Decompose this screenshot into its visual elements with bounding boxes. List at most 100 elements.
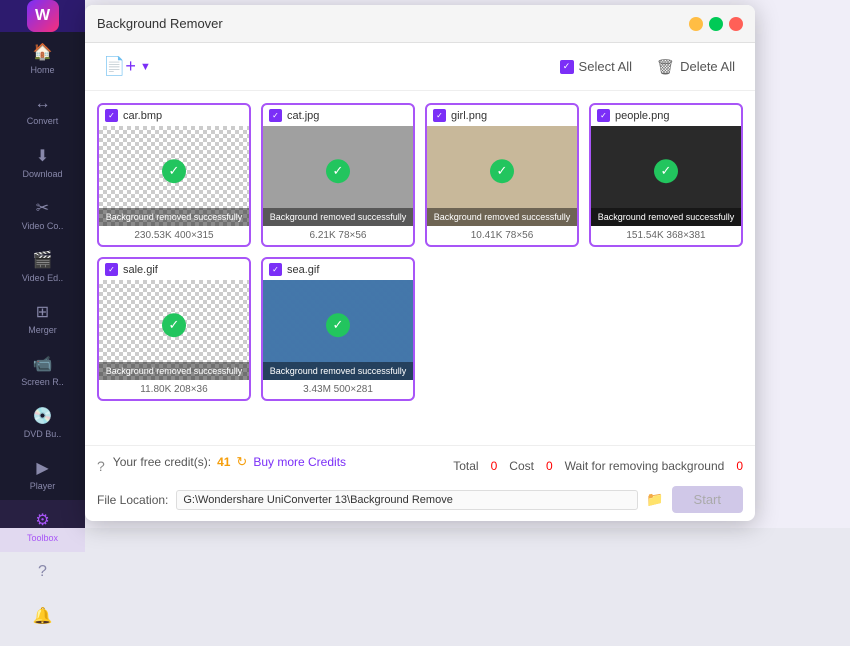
- sidebar: W 🏠 Home ↔ Convert ⬇ Download ✂ Video Co…: [0, 0, 85, 528]
- success-check-5: ✓: [326, 313, 350, 337]
- card-meta-0: 230.53K 400×315: [99, 226, 249, 245]
- trash-icon: 🗑: [656, 58, 675, 76]
- card-filename-2: girl.png: [451, 110, 487, 122]
- success-check-2: ✓: [490, 159, 514, 183]
- dialog-toolbar: 📄+ ▼ ✓ Select All 🗑 Delete All: [85, 43, 755, 91]
- sidebar-item-home[interactable]: 🏠 Home: [0, 32, 85, 84]
- sidebar-label-0: Home: [30, 65, 54, 75]
- card-image-3: ✓ Background removed successfully: [591, 126, 741, 226]
- delete-all-button[interactable]: 🗑 Delete All: [648, 54, 743, 80]
- card-checkbox-4[interactable]: ✓: [105, 263, 118, 276]
- card-filename-5: sea.gif: [287, 264, 319, 276]
- success-overlay-1: Background removed successfully: [263, 208, 413, 226]
- folder-icon[interactable]: 📁: [646, 491, 663, 508]
- success-overlay-4: Background removed successfully: [99, 362, 249, 380]
- sidebar-item-videoed..[interactable]: 🎬 Video Ed..: [0, 240, 85, 292]
- credits-info: Your free credit(s): 41 ↻ Buy more Credi…: [113, 454, 346, 470]
- logo-icon: W: [27, 0, 59, 32]
- add-files-button[interactable]: 📄+ ▼: [97, 52, 157, 81]
- image-card[interactable]: ✓ girl.png ✓ Background removed successf…: [425, 103, 579, 247]
- sidebar-icon-3: ✂: [36, 198, 49, 218]
- card-header-5: ✓ sea.gif: [263, 259, 413, 280]
- select-all-checkbox: ✓: [560, 60, 574, 74]
- sidebar-icon-5: ⊞: [36, 302, 49, 322]
- card-meta-1: 6.21K 78×56: [263, 226, 413, 245]
- sidebar-item-merger[interactable]: ⊞ Merger: [0, 292, 85, 344]
- sidebar-item-dvdbu..[interactable]: 💿 DVD Bu..: [0, 396, 85, 448]
- image-card[interactable]: ✓ people.png ✓ Background removed succes…: [589, 103, 743, 247]
- sidebar-icon-4: 🎬: [33, 250, 53, 270]
- success-overlay-0: Background removed successfully: [99, 208, 249, 226]
- card-meta-4: 11.80K 208×36: [99, 380, 249, 399]
- wait-value: 0: [736, 459, 743, 473]
- main-area: Background Remover — □ ✕ 📄+ ▼ ✓ Select A…: [85, 0, 850, 528]
- sidebar-icon-6: 📹: [33, 354, 53, 374]
- success-overlay-5: Background removed successfully: [263, 362, 413, 380]
- sidebar-label-9: Toolbox: [27, 533, 58, 543]
- sidebar-icon-8: ▶: [36, 458, 48, 478]
- card-filename-3: people.png: [615, 110, 669, 122]
- success-check-3: ✓: [654, 159, 678, 183]
- sidebar-label-1: Convert: [27, 116, 59, 126]
- sidebar-item-convert[interactable]: ↔ Convert: [0, 84, 85, 136]
- file-location-row: File Location: 📁 Start: [97, 486, 743, 513]
- image-card[interactable]: ✓ sale.gif ✓ Background removed successf…: [97, 257, 251, 401]
- sidebar-item-toolbox[interactable]: ⚙ Toolbox: [0, 500, 85, 552]
- success-check-4: ✓: [162, 313, 186, 337]
- card-checkbox-1[interactable]: ✓: [269, 109, 282, 122]
- success-overlay-3: Background removed successfully: [591, 208, 741, 226]
- success-check-0: ✓: [162, 159, 186, 183]
- image-card[interactable]: ✓ sea.gif ✓ Background removed successfu…: [261, 257, 415, 401]
- buy-credits-link[interactable]: Buy more Credits: [253, 455, 346, 469]
- card-header-2: ✓ girl.png: [427, 105, 577, 126]
- sidebar-icon-2: ⬇: [36, 146, 49, 166]
- sidebar-item-videoco..[interactable]: ✂ Video Co..: [0, 188, 85, 240]
- sidebar-label-5: Merger: [28, 325, 57, 335]
- maximize-button[interactable]: □: [709, 17, 723, 31]
- card-filename-4: sale.gif: [123, 264, 158, 276]
- background-remover-dialog: Background Remover — □ ✕ 📄+ ▼ ✓ Select A…: [85, 5, 755, 521]
- sidebar-label-4: Video Ed..: [22, 273, 63, 283]
- card-image-0: ✓ Background removed successfully: [99, 126, 249, 226]
- dialog-title: Background Remover: [97, 16, 689, 31]
- card-meta-3: 151.54K 368×381: [591, 226, 741, 245]
- card-header-4: ✓ sale.gif: [99, 259, 249, 280]
- card-meta-5: 3.43M 500×281: [263, 380, 413, 399]
- sidebar-label-6: Screen R..: [21, 377, 64, 387]
- refresh-icon[interactable]: ↻: [236, 454, 247, 470]
- sidebar-label-7: DVD Bu..: [24, 429, 62, 439]
- dropdown-arrow-icon: ▼: [140, 61, 151, 73]
- sidebar-icon-1: ↔: [35, 95, 51, 113]
- minimize-button[interactable]: —: [689, 17, 703, 31]
- right-background: [745, 0, 850, 528]
- card-meta-2: 10.41K 78×56: [427, 226, 577, 245]
- sidebar-label-3: Video Co..: [22, 221, 64, 231]
- close-button[interactable]: ✕: [729, 17, 743, 31]
- credits-count: 41: [217, 455, 230, 469]
- card-header-0: ✓ car.bmp: [99, 105, 249, 126]
- image-card[interactable]: ✓ cat.jpg ✓ Background removed successfu…: [261, 103, 415, 247]
- image-card[interactable]: ✓ car.bmp ✓ Background removed successfu…: [97, 103, 251, 247]
- sidebar-item-screenr..[interactable]: 📹 Screen R..: [0, 344, 85, 396]
- start-button[interactable]: Start: [672, 486, 743, 513]
- select-all-button[interactable]: ✓ Select All: [552, 55, 640, 78]
- dialog-titlebar: Background Remover — □ ✕: [85, 5, 755, 43]
- sidebar-item-player[interactable]: ▶ Player: [0, 448, 85, 500]
- success-check-1: ✓: [326, 159, 350, 183]
- sidebar-label-2: Download: [22, 169, 62, 179]
- card-checkbox-0[interactable]: ✓: [105, 109, 118, 122]
- card-image-1: ✓ Background removed successfully: [263, 126, 413, 226]
- card-checkbox-5[interactable]: ✓: [269, 263, 282, 276]
- card-checkbox-3[interactable]: ✓: [597, 109, 610, 122]
- card-image-2: ✓ Background removed successfully: [427, 126, 577, 226]
- card-checkbox-2[interactable]: ✓: [433, 109, 446, 122]
- help-icon[interactable]: ?: [0, 552, 85, 592]
- footer-help-icon[interactable]: ?: [97, 458, 105, 474]
- file-path-input[interactable]: [176, 490, 638, 510]
- sidebar-item-download[interactable]: ⬇ Download: [0, 136, 85, 188]
- total-value: 0: [491, 459, 498, 473]
- card-image-5: ✓ Background removed successfully: [263, 280, 413, 380]
- notification-icon[interactable]: 🔔: [0, 596, 85, 636]
- success-overlay-2: Background removed successfully: [427, 208, 577, 226]
- image-grid: ✓ car.bmp ✓ Background removed successfu…: [85, 91, 755, 445]
